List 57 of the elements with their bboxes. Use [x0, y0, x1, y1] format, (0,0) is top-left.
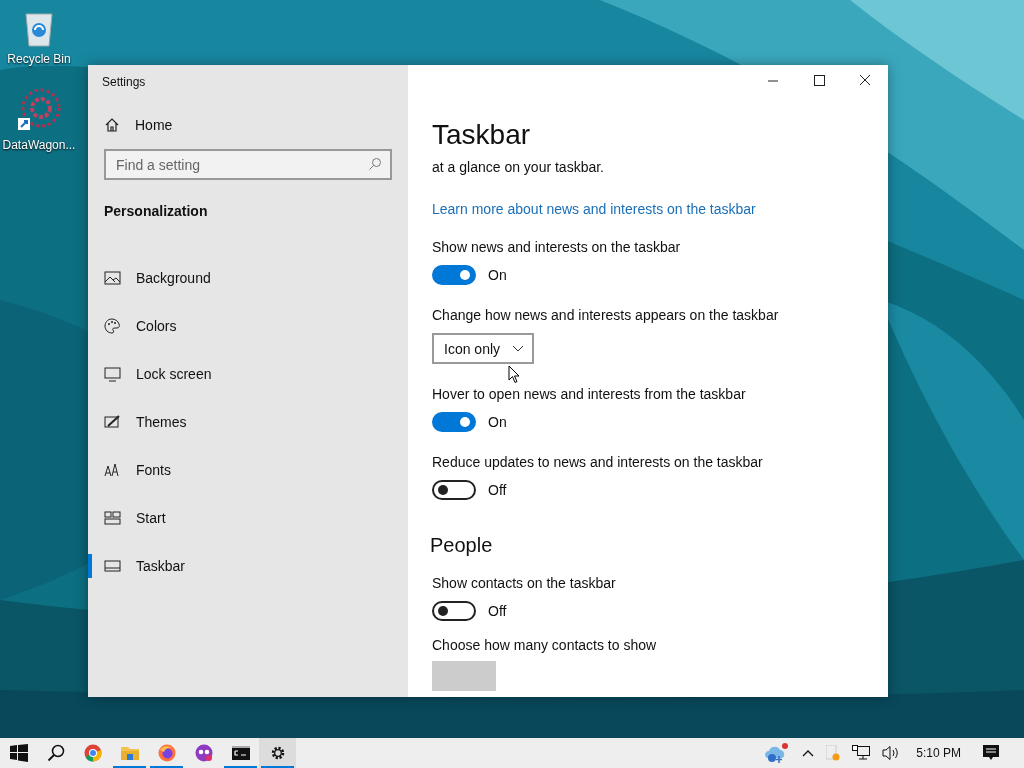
desktop-icon-label[interactable]: Recycle Bin — [7, 52, 71, 66]
learn-more-link[interactable]: Learn more about news and interests on the taskbar — [432, 201, 756, 217]
chevron-down-icon — [512, 344, 525, 353]
toggle-switch[interactable] — [432, 480, 476, 500]
speaker-icon[interactable] — [882, 745, 901, 761]
chevron-up-icon[interactable] — [802, 749, 815, 757]
section-heading: People — [430, 534, 493, 557]
settings-icon[interactable] — [269, 745, 286, 761]
sidebar-item[interactable]: Fonts — [88, 446, 408, 494]
description-text: at a glance on your taskbar. — [432, 159, 604, 175]
toggle-state-text: Off — [488, 603, 507, 619]
weather-icon[interactable] — [764, 742, 791, 764]
mouse-pointer-icon — [508, 365, 520, 384]
sidebar-item[interactable]: Taskbar — [88, 542, 408, 590]
window-title: Settings — [102, 75, 147, 91]
picture-frame-icon — [104, 270, 121, 286]
terminal-icon[interactable] — [231, 746, 250, 760]
search-icon — [368, 157, 382, 171]
clock-text[interactable]: 5:10 PM — [916, 746, 961, 760]
sidebar-item[interactable]: Themes — [88, 398, 408, 446]
app-icon[interactable] — [194, 744, 213, 762]
setting-label: Reduce updates to news and interests on the taskbar — [432, 454, 763, 470]
tiles-icon — [104, 510, 121, 526]
desktop-icon-label[interactable]: DataWagon... — [2, 138, 76, 152]
brush-icon — [104, 414, 121, 430]
setting-label: Show news and interests on the taskbar — [432, 239, 681, 255]
setting-label: Show contacts on the taskbar — [432, 575, 616, 591]
palette-icon — [104, 318, 121, 334]
monitor-icon — [104, 366, 121, 382]
notification-icon[interactable] — [983, 745, 999, 761]
sidebar-item[interactable]: Lock screen — [88, 350, 408, 398]
taskbar-icon — [104, 558, 121, 574]
sidebar-item[interactable]: Start — [88, 494, 408, 542]
folder-icon[interactable] — [120, 745, 139, 761]
browser-icon[interactable] — [83, 744, 102, 762]
dropdown[interactable]: Icon only — [432, 333, 535, 364]
section-heading: Personalization — [104, 203, 209, 219]
toggle-state-text: Off — [488, 482, 507, 498]
setting-label: Hover to open news and interests from the taskbar — [432, 386, 746, 402]
setting-label: Change how news and interests appears on the taskbar — [432, 307, 779, 323]
home-icon — [104, 117, 120, 133]
network-icon[interactable] — [852, 745, 871, 761]
setting-label: Choose how many contacts to show — [432, 637, 657, 653]
page-heading: Taskbar — [432, 119, 532, 152]
font-icon — [104, 462, 121, 478]
toggle-switch[interactable] — [432, 601, 476, 621]
sidebar-item[interactable]: Colors — [88, 302, 408, 350]
browser-icon[interactable] — [157, 744, 176, 762]
search-icon[interactable] — [46, 744, 65, 762]
toggle-state-text: On — [488, 414, 507, 430]
windows-start-icon[interactable] — [9, 744, 28, 762]
toggle-state-text: On — [488, 267, 507, 283]
search-field[interactable]: Find a setting — [104, 149, 392, 180]
toggle-switch[interactable] — [432, 265, 476, 285]
sidebar-item[interactable]: Background — [88, 254, 408, 302]
home-nav-item[interactable]: Home — [104, 110, 392, 140]
toggle-switch[interactable] — [432, 412, 476, 432]
